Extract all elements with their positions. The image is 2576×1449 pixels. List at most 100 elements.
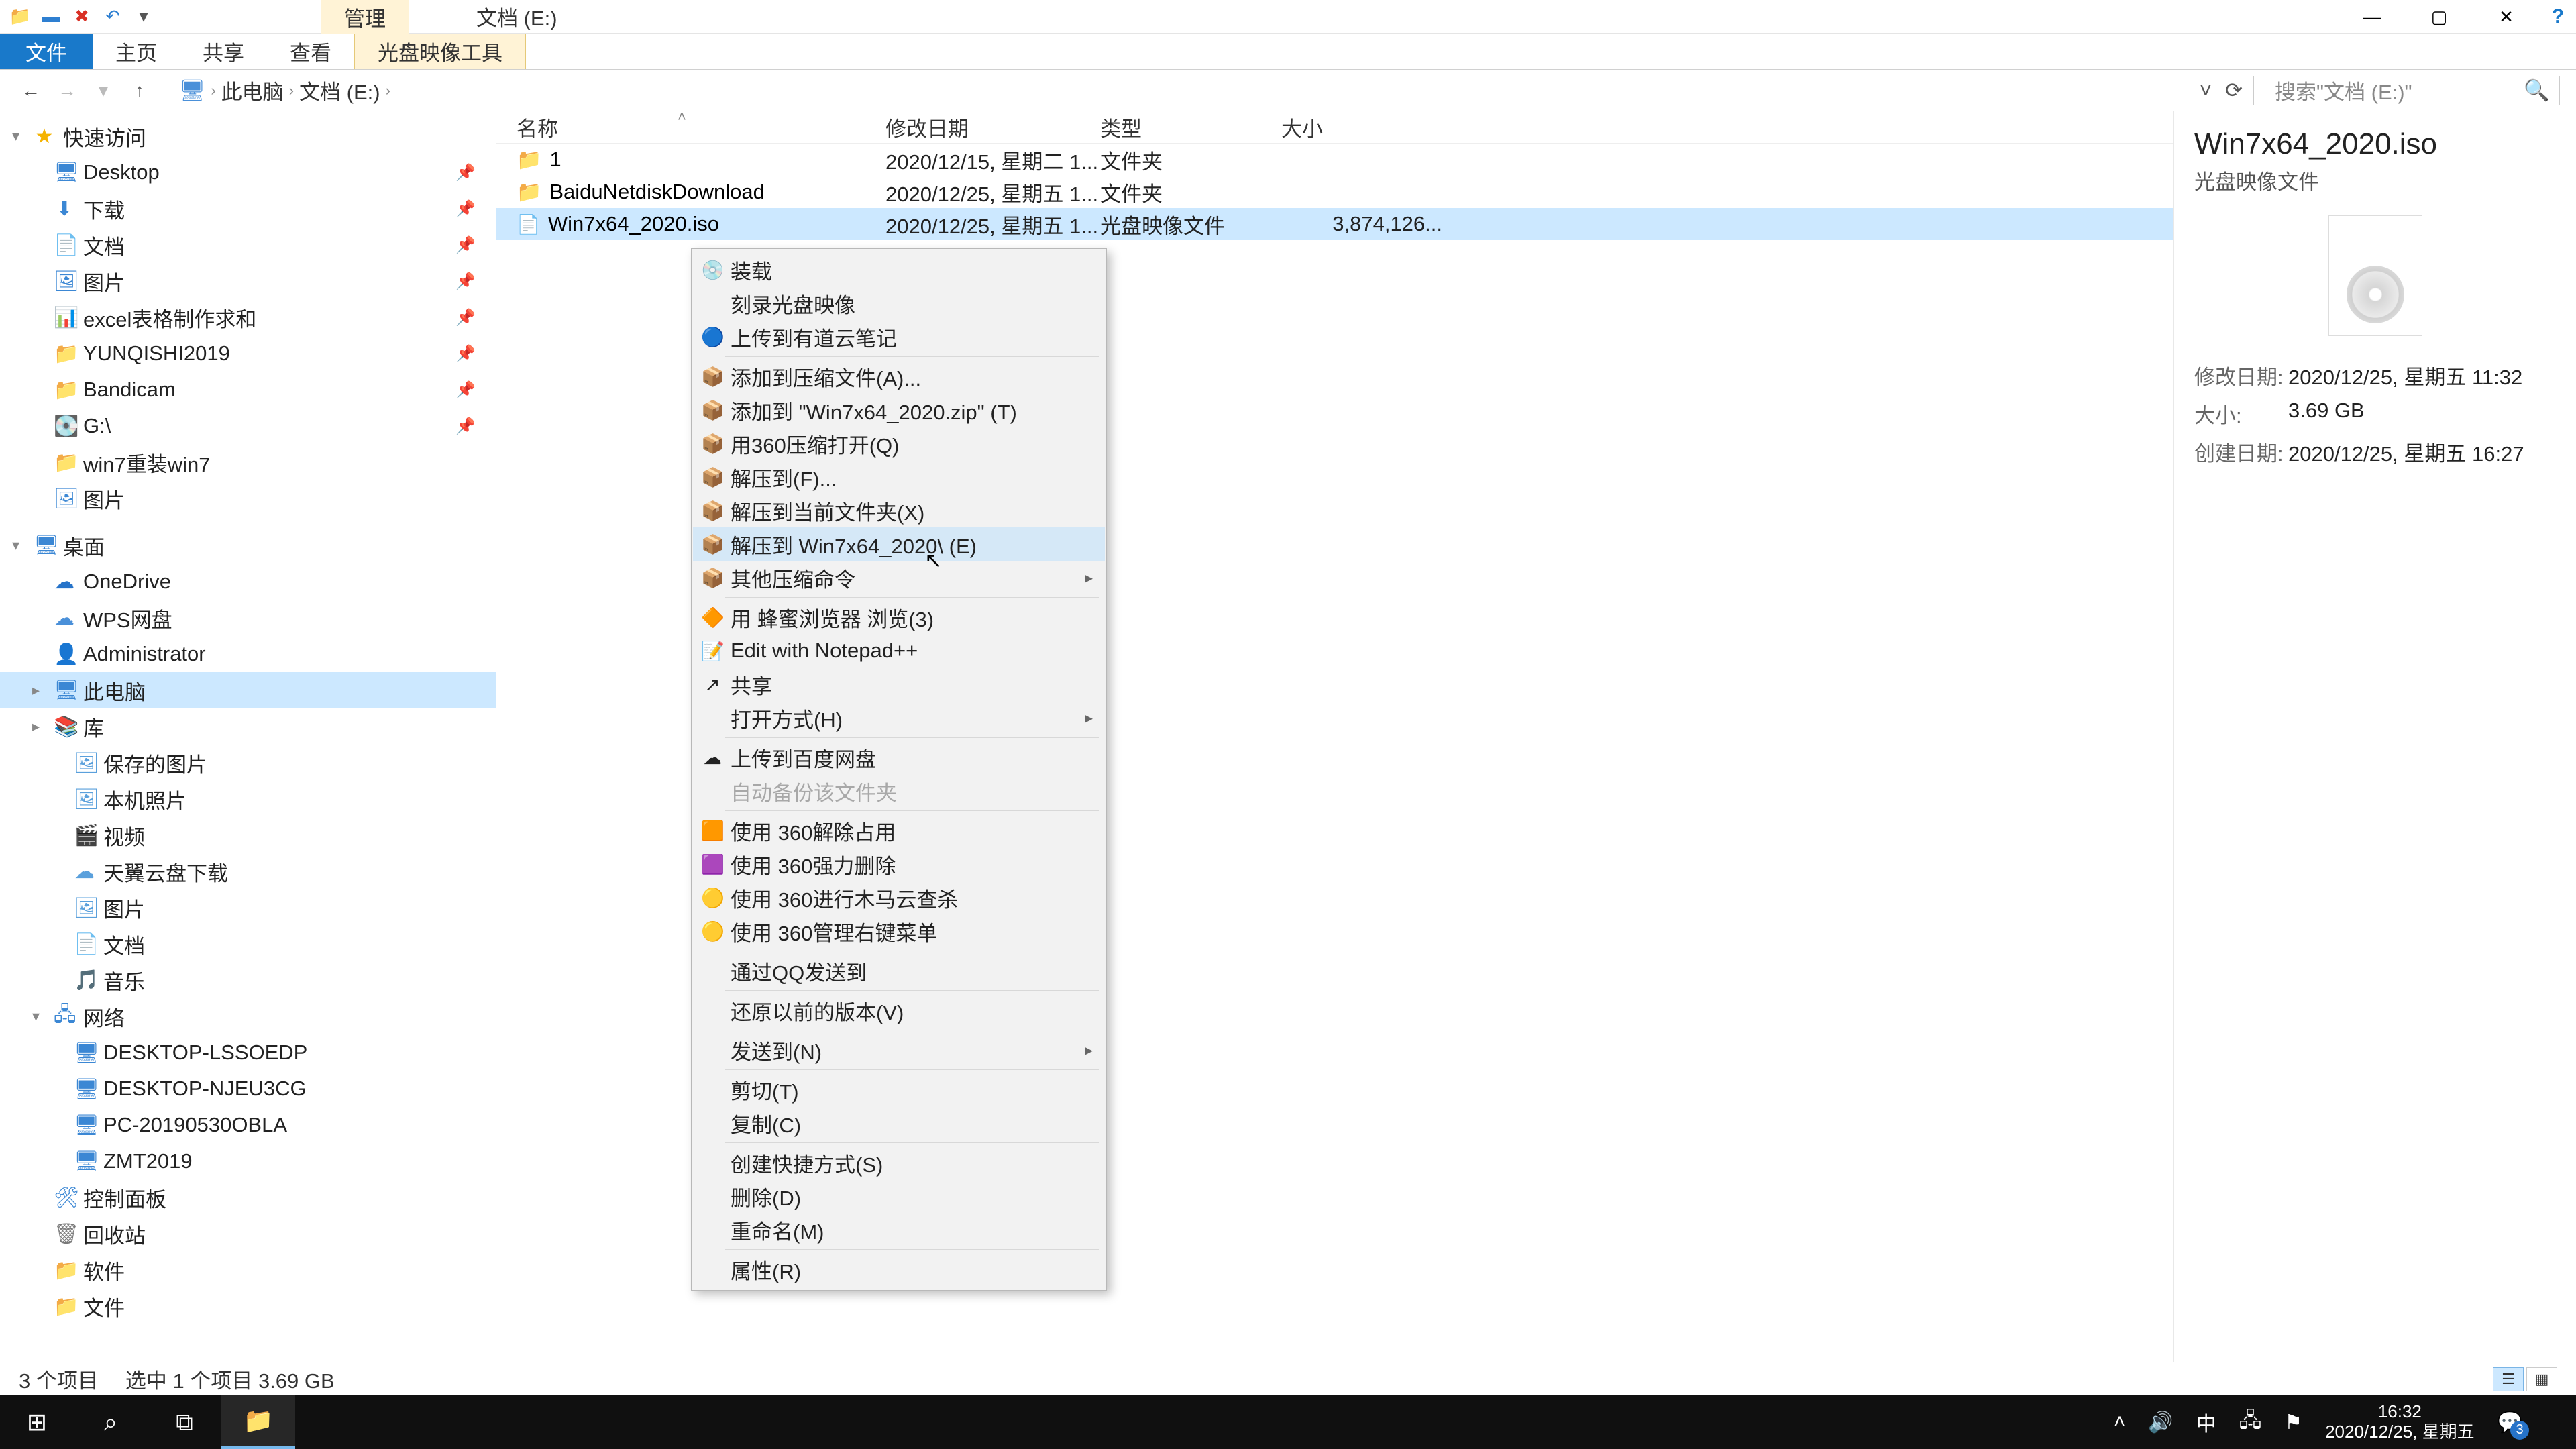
address-dropdown-icon[interactable]: ˅ [2200, 78, 2212, 103]
context-menu-item[interactable]: 属性(R) [693, 1252, 1105, 1286]
tree-item[interactable]: 📊excel表格制作求和📌 [0, 299, 496, 335]
home-tab[interactable]: 主页 [93, 34, 180, 69]
column-date[interactable]: 修改日期 [885, 112, 1100, 142]
tree-item[interactable]: ▸🖥此电脑 [0, 672, 496, 708]
context-menu-item[interactable]: 📦 解压到 Win7x64_2020\ (E) [693, 527, 1105, 561]
tree-item[interactable]: 👤Administrator [0, 636, 496, 672]
context-menu-item[interactable]: 重命名(M) [693, 1213, 1105, 1246]
tree-software[interactable]: 📁软件 [0, 1252, 496, 1288]
search-button[interactable]: ⌕ [74, 1395, 148, 1449]
context-menu-item[interactable]: 发送到(N)▸ [693, 1033, 1105, 1067]
tree-item[interactable]: 🎵音乐 [0, 962, 496, 998]
context-menu-item[interactable]: 🟪 使用 360强力删除 [693, 847, 1105, 881]
tree-item[interactable]: ⬇下载📌 [0, 191, 496, 227]
context-menu-item[interactable]: ↗ 共享 [693, 667, 1105, 701]
tree-item[interactable]: 📄文档📌 [0, 227, 496, 263]
context-menu-item[interactable]: 打开方式(H)▸ [693, 701, 1105, 735]
tree-item[interactable]: 🖼图片📌 [0, 263, 496, 299]
security-icon[interactable]: ⚑ [2284, 1411, 2302, 1434]
tree-item[interactable]: 🖼图片 [0, 890, 496, 926]
context-menu-item[interactable]: 📦 解压到(F)... [693, 460, 1105, 494]
column-size[interactable]: 大小 [1281, 112, 1469, 142]
volume-icon[interactable]: 🔊 [2148, 1411, 2173, 1434]
address-bar[interactable]: 🖥 › 此电脑 › 文档 (E:) › ˅ ⟳ [168, 76, 2254, 105]
close-button[interactable]: ✕ [2473, 0, 2540, 34]
column-name[interactable]: 名称˄ [496, 112, 885, 142]
tray-overflow-icon[interactable]: ˄ [2114, 1411, 2126, 1434]
ime-icon[interactable]: 中 [2196, 1407, 2216, 1437]
file-row[interactable]: 📁BaiduNetdiskDownload 2020/12/25, 星期五 1.… [496, 176, 2174, 208]
tree-item[interactable]: ▸📚库 [0, 708, 496, 745]
search-icon[interactable]: 🔍 [2524, 78, 2550, 103]
context-menu-item[interactable]: 📦 其他压缩命令▸ [693, 561, 1105, 594]
tree-item[interactable]: 🖥DESKTOP-NJEU3CG [0, 1071, 496, 1107]
tree-network[interactable]: ▾🖧网络 [0, 998, 496, 1034]
tree-item[interactable]: 🖥ZMT2019 [0, 1143, 496, 1179]
context-menu-item[interactable]: 📝 Edit with Notepad++ [693, 634, 1105, 667]
context-menu-item[interactable]: 通过QQ发送到 [693, 954, 1105, 987]
file-row[interactable]: 📄Win7x64_2020.iso 2020/12/25, 星期五 1... 光… [496, 208, 2174, 240]
recent-dropdown[interactable]: ▾ [89, 79, 118, 101]
disc-image-tools-tab[interactable]: 光盘映像工具 [354, 34, 526, 69]
context-menu-item[interactable]: ☁ 上传到百度网盘 [693, 741, 1105, 774]
context-menu-item[interactable]: 复制(C) [693, 1106, 1105, 1140]
tree-item[interactable]: 📁win7重装win7 [0, 444, 496, 480]
tree-files[interactable]: 📁文件 [0, 1288, 496, 1324]
action-center-icon[interactable]: 💬 [2498, 1411, 2522, 1434]
tree-item[interactable]: 🎬视频 [0, 817, 496, 853]
refresh-icon[interactable]: ⟳ [2225, 78, 2243, 103]
clock[interactable]: 16:32 2020/12/25, 星期五 [2325, 1402, 2475, 1442]
context-menu-item[interactable]: 🟡 使用 360管理右键菜单 [693, 914, 1105, 948]
share-tab[interactable]: 共享 [180, 34, 267, 69]
context-menu-item[interactable]: 📦 解压到当前文件夹(X) [693, 494, 1105, 527]
file-tab[interactable]: 文件 [0, 34, 93, 69]
tree-item[interactable]: ☁天翼云盘下载 [0, 853, 496, 890]
tree-item[interactable]: 🖼保存的图片 [0, 745, 496, 781]
context-menu-item[interactable]: 📦 添加到 "Win7x64_2020.zip" (T) [693, 393, 1105, 427]
view-tab[interactable]: 查看 [267, 34, 354, 69]
tree-item[interactable]: 📄文档 [0, 926, 496, 962]
forward-button[interactable]: → [52, 80, 82, 101]
breadcrumb-location[interactable]: 文档 (E:) [299, 75, 380, 105]
tree-item[interactable]: 💽G:\📌 [0, 408, 496, 444]
tree-item[interactable]: 🖼本机照片 [0, 781, 496, 817]
tree-quick-access[interactable]: ▾★快速访问 [0, 118, 496, 154]
tree-control-panel[interactable]: 🛠控制面板 [0, 1179, 496, 1216]
tree-desktop-root[interactable]: ▾🖥桌面 [0, 527, 496, 564]
tree-item[interactable]: ☁WPS网盘 [0, 600, 496, 636]
context-menu-item[interactable]: 🔵 上传到有道云笔记 [693, 320, 1105, 354]
tree-recycle-bin[interactable]: 🗑回收站 [0, 1216, 496, 1252]
back-button[interactable]: ← [16, 80, 46, 101]
save-icon[interactable]: ▬ [40, 6, 62, 28]
tree-item[interactable]: 🖥DESKTOP-LSSOEDP [0, 1034, 496, 1071]
tree-item[interactable]: 📁YUNQISHI2019📌 [0, 335, 496, 372]
search-box[interactable]: 搜索"文档 (E:)" 🔍 [2265, 76, 2560, 105]
details-view-button[interactable]: ☰ [2493, 1367, 2524, 1391]
show-desktop-button[interactable] [2551, 1395, 2560, 1449]
task-view-button[interactable]: ⧉ [148, 1395, 221, 1449]
context-menu-item[interactable]: 💿 装载 [693, 253, 1105, 286]
breadcrumb-root[interactable]: 此电脑 [221, 75, 284, 105]
maximize-button[interactable]: ▢ [2406, 0, 2473, 34]
context-menu-item[interactable]: 📦 添加到压缩文件(A)... [693, 360, 1105, 393]
tree-item[interactable]: 🖥PC-20190530OBLA [0, 1107, 496, 1143]
context-menu-item[interactable]: 🟡 使用 360进行木马云查杀 [693, 881, 1105, 914]
up-button[interactable]: ↑ [125, 80, 154, 101]
context-menu-item[interactable]: 🟧 使用 360解除占用 [693, 814, 1105, 847]
minimize-button[interactable]: — [2339, 0, 2406, 34]
context-menu-item[interactable]: 删除(D) [693, 1179, 1105, 1213]
tree-item[interactable]: 🖥Desktop📌 [0, 154, 496, 191]
icons-view-button[interactable]: ▦ [2526, 1367, 2557, 1391]
context-menu-item[interactable]: 📦 用360压缩打开(Q) [693, 427, 1105, 460]
tree-item[interactable]: 🖼图片 [0, 480, 496, 517]
start-button[interactable]: ⊞ [0, 1395, 74, 1449]
qat-dropdown-icon[interactable]: ▾ [133, 6, 154, 28]
explorer-taskbar-button[interactable]: 📁 [221, 1395, 295, 1449]
context-menu-item[interactable]: 创建快捷方式(S) [693, 1146, 1105, 1179]
help-icon[interactable]: ? [2540, 0, 2576, 34]
context-menu-item[interactable]: 还原以前的版本(V) [693, 994, 1105, 1027]
undo-icon[interactable]: ↶ [102, 6, 123, 28]
delete-icon[interactable]: ✖ [71, 6, 93, 28]
network-icon[interactable]: 🖧 [2239, 1405, 2261, 1440]
file-row[interactable]: 📁1 2020/12/15, 星期二 1... 文件夹 [496, 144, 2174, 176]
